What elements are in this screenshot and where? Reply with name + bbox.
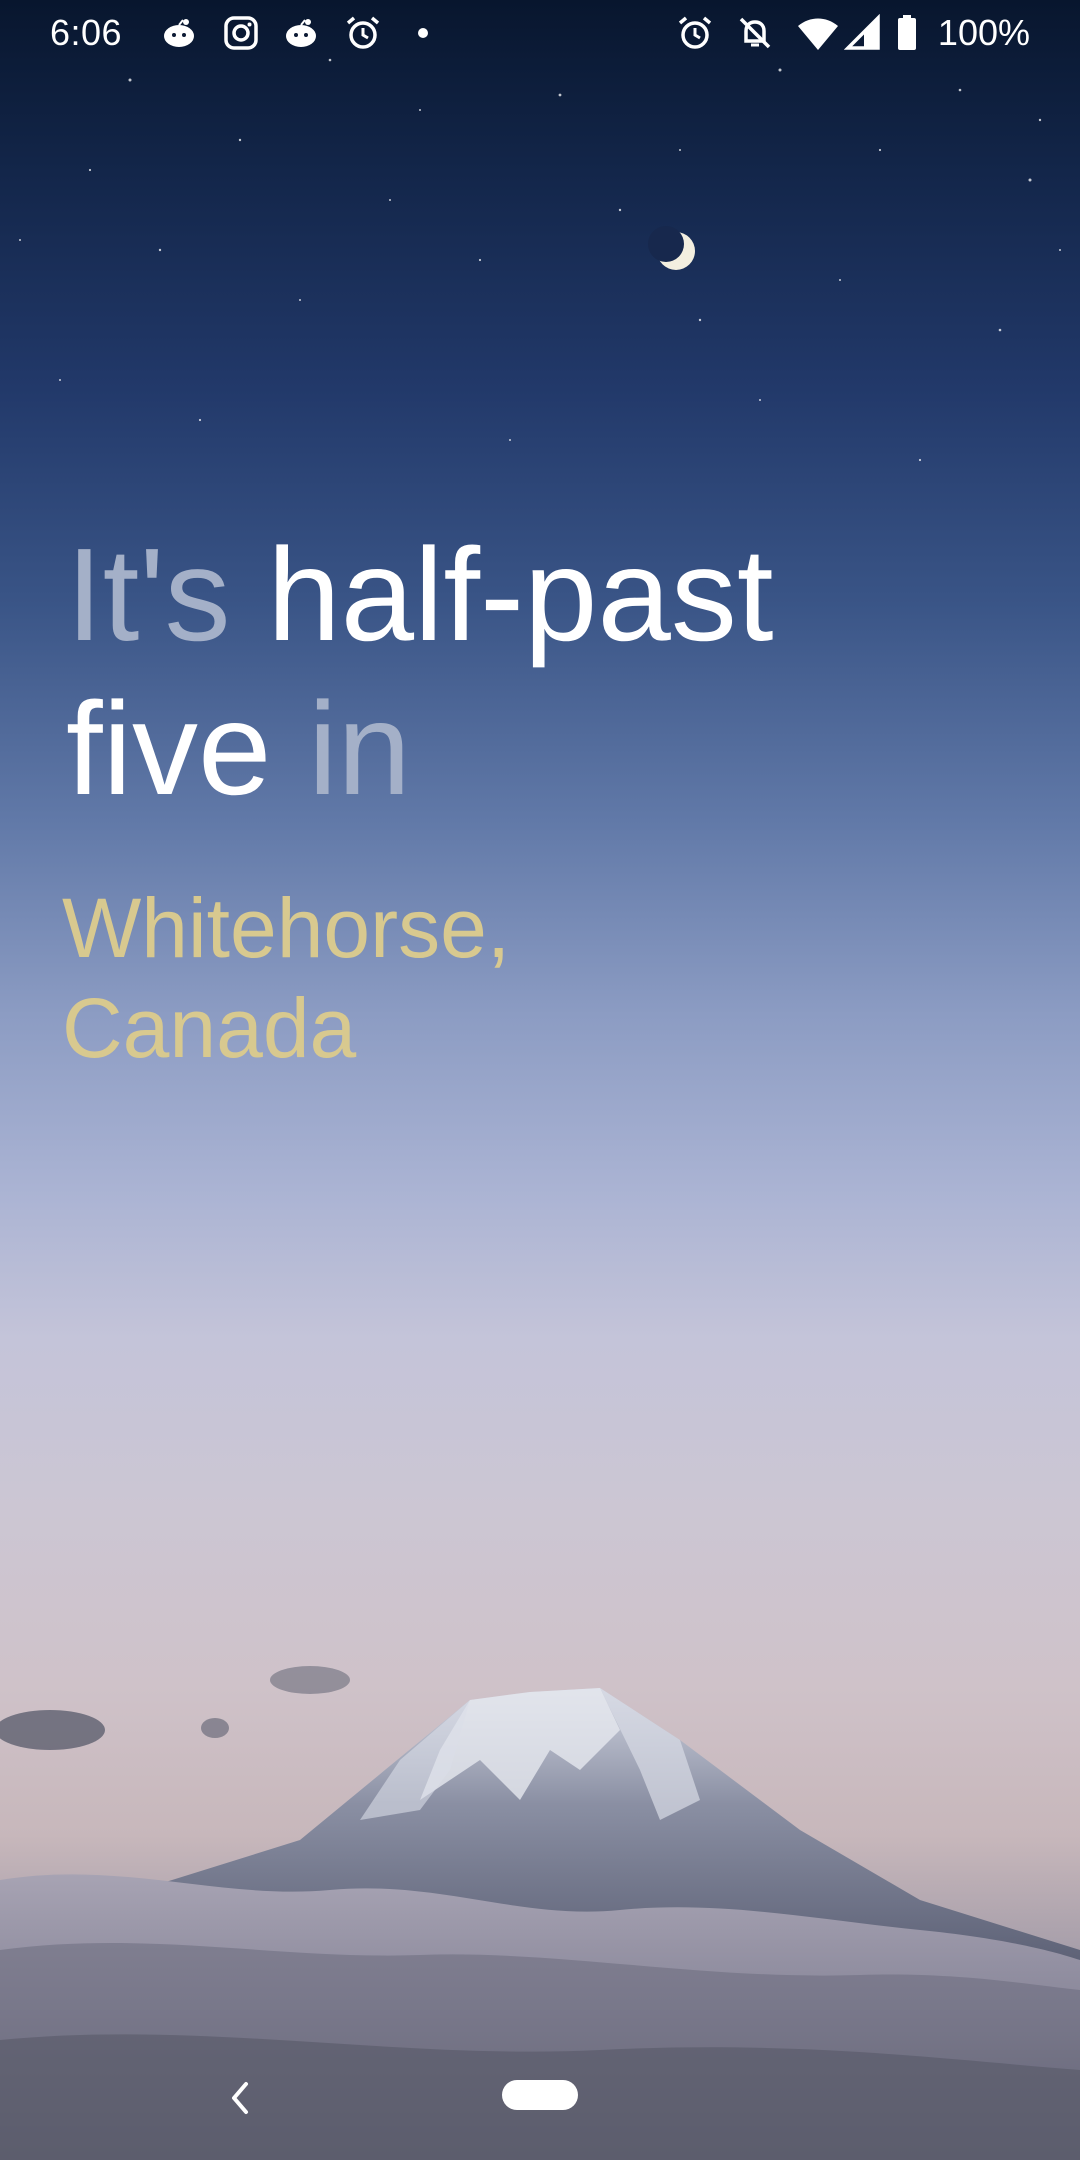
status-bar: 6:06 100% — [0, 0, 1080, 66]
more-dot-icon — [418, 28, 428, 38]
headline-time-line2: five — [66, 675, 272, 822]
location-country: Canada — [62, 981, 357, 1075]
battery-percent: 100% — [937, 12, 1030, 53]
alarm-icon — [346, 16, 380, 49]
instagram-icon — [224, 16, 258, 50]
signal-icon — [844, 14, 880, 50]
headline-prefix: It's — [66, 521, 231, 668]
navigation-bar — [0, 2040, 1080, 2160]
home-pill-icon[interactable] — [502, 2080, 578, 2110]
headline-time-line1: half-past — [267, 521, 774, 668]
headline-suffix: in — [308, 675, 411, 822]
chevron-left-icon[interactable] — [222, 2076, 256, 2120]
wifi-icon — [798, 18, 838, 50]
night-sky — [19, 58, 1061, 462]
location-text: Whitehorse, Canada — [62, 878, 962, 1078]
reddit-icon — [164, 19, 194, 47]
location-city: Whitehorse, — [62, 881, 511, 975]
alarm-icon — [678, 16, 712, 49]
battery-icon — [898, 15, 916, 50]
time-headline: It's half-past five in — [66, 518, 1016, 826]
do-not-disturb-icon — [739, 17, 771, 49]
moon-icon — [648, 226, 695, 270]
reddit-icon — [286, 19, 316, 47]
status-time: 6:06 — [50, 12, 123, 53]
wallpaper-screen: 6:06 100% It's half-past five in Whiteho… — [0, 0, 1080, 2160]
